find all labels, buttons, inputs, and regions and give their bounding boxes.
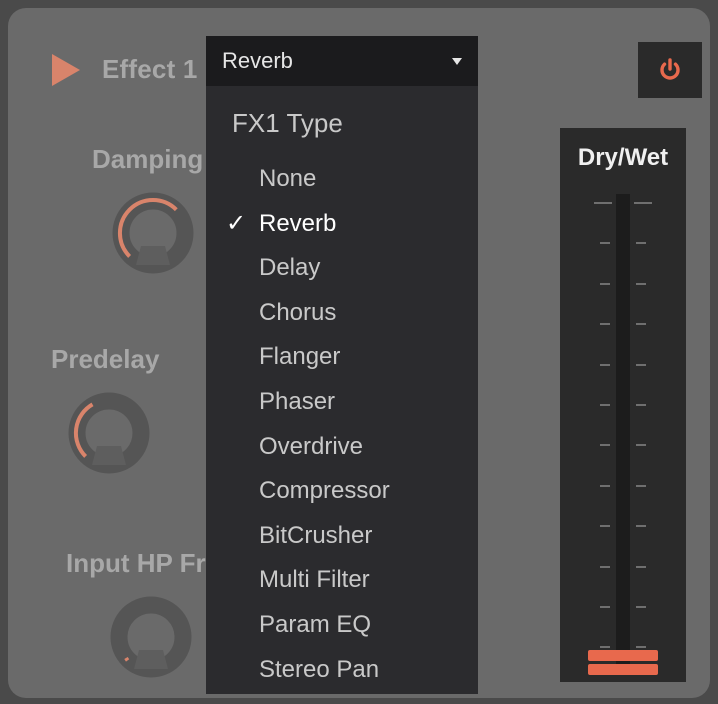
effect-label: Effect 1 (102, 54, 198, 84)
menu-item-stereo-pan[interactable]: Stereo Pan (206, 651, 478, 691)
drywet-label: Dry/Wet (577, 144, 669, 171)
slider-tick (636, 242, 646, 245)
slider-tick (636, 606, 646, 608)
menu-item-label: BitCrusher (259, 521, 373, 549)
knob-label-damping: Damping (92, 144, 204, 174)
slider-tick (636, 282, 646, 285)
menu-item-multi-filter[interactable]: Multi Filter (206, 561, 478, 601)
slider-tick (600, 282, 610, 285)
menu-item-param-eq[interactable]: Param EQ (206, 606, 478, 646)
menu-item-label: Delay (259, 254, 321, 282)
menu-item-overdrive[interactable]: Overdrive (206, 428, 478, 468)
menu-item-label: Overdrive (259, 432, 364, 460)
menu-item-label: Multi Filter (259, 566, 370, 594)
slider-tick (600, 525, 610, 528)
slider-tick (636, 444, 646, 447)
slider-track[interactable] (616, 194, 630, 664)
play-icon[interactable] (52, 54, 80, 86)
slider-thumb[interactable] (588, 650, 658, 676)
slider-tick (636, 484, 646, 487)
menu-item-label: Stereo Pan (259, 655, 380, 683)
slider-tick (636, 323, 646, 326)
slider-tick (634, 202, 652, 204)
fx-type-dropdown: FX1 Type None ✓ Reverb Delay Chorus Flanger Ph… (206, 86, 478, 694)
chevron-down-icon (452, 58, 462, 65)
menu-item-label: Flanger (259, 343, 341, 371)
slider-tick (600, 646, 610, 649)
checkmark-icon: ✓ (226, 209, 247, 237)
slider-tick (600, 606, 610, 608)
slider-tick (636, 525, 646, 528)
slider-tick (594, 202, 612, 204)
slider-tick (636, 646, 646, 649)
menu-item-reverb[interactable]: ✓ Reverb (206, 205, 478, 245)
fx-type-select[interactable]: Reverb (206, 36, 478, 86)
slider-tick (600, 565, 610, 568)
slider-tick (600, 484, 610, 487)
menu-item-none[interactable]: None (206, 160, 478, 200)
slider-tick (600, 242, 610, 245)
menu-item-label: Phaser (259, 388, 336, 415)
slider-tick (600, 404, 610, 406)
knob-label-predelay: Predelay (51, 344, 160, 374)
menu-item-label: Reverb (259, 209, 337, 237)
menu-item-flanger[interactable]: Flanger (206, 338, 478, 378)
menu-item-label: Chorus (259, 298, 337, 326)
drywet-slider[interactable]: Dry/Wet (560, 128, 686, 682)
power-icon (660, 58, 680, 80)
predelay-knob[interactable] (66, 390, 152, 476)
slider-tick (600, 444, 610, 447)
menu-item-delay[interactable]: Delay (206, 249, 478, 289)
slider-tick (600, 323, 610, 326)
damping-knob[interactable] (110, 190, 196, 276)
slider-tick (636, 363, 646, 366)
menu-item-label: None (259, 165, 317, 192)
menu-item-chorus[interactable]: Chorus (206, 294, 478, 334)
fx-type-value: Reverb (222, 48, 293, 73)
menu-item-label: Param EQ (259, 611, 372, 638)
menu-item-label: Compressor (259, 477, 390, 505)
slider-tick (636, 565, 646, 568)
slider-tick (600, 363, 610, 366)
slider-tick (636, 404, 646, 406)
power-button[interactable] (638, 42, 702, 98)
knob-label-input-hp-freq: Input HP Fre (66, 548, 221, 578)
dropdown-title: FX1 Type (232, 108, 343, 138)
menu-item-compressor[interactable]: Compressor (206, 472, 478, 512)
menu-item-phaser[interactable]: Phaser (206, 383, 478, 423)
menu-item-bitcrusher[interactable]: BitCrusher (206, 517, 478, 557)
input-hp-freq-knob[interactable] (108, 594, 194, 680)
